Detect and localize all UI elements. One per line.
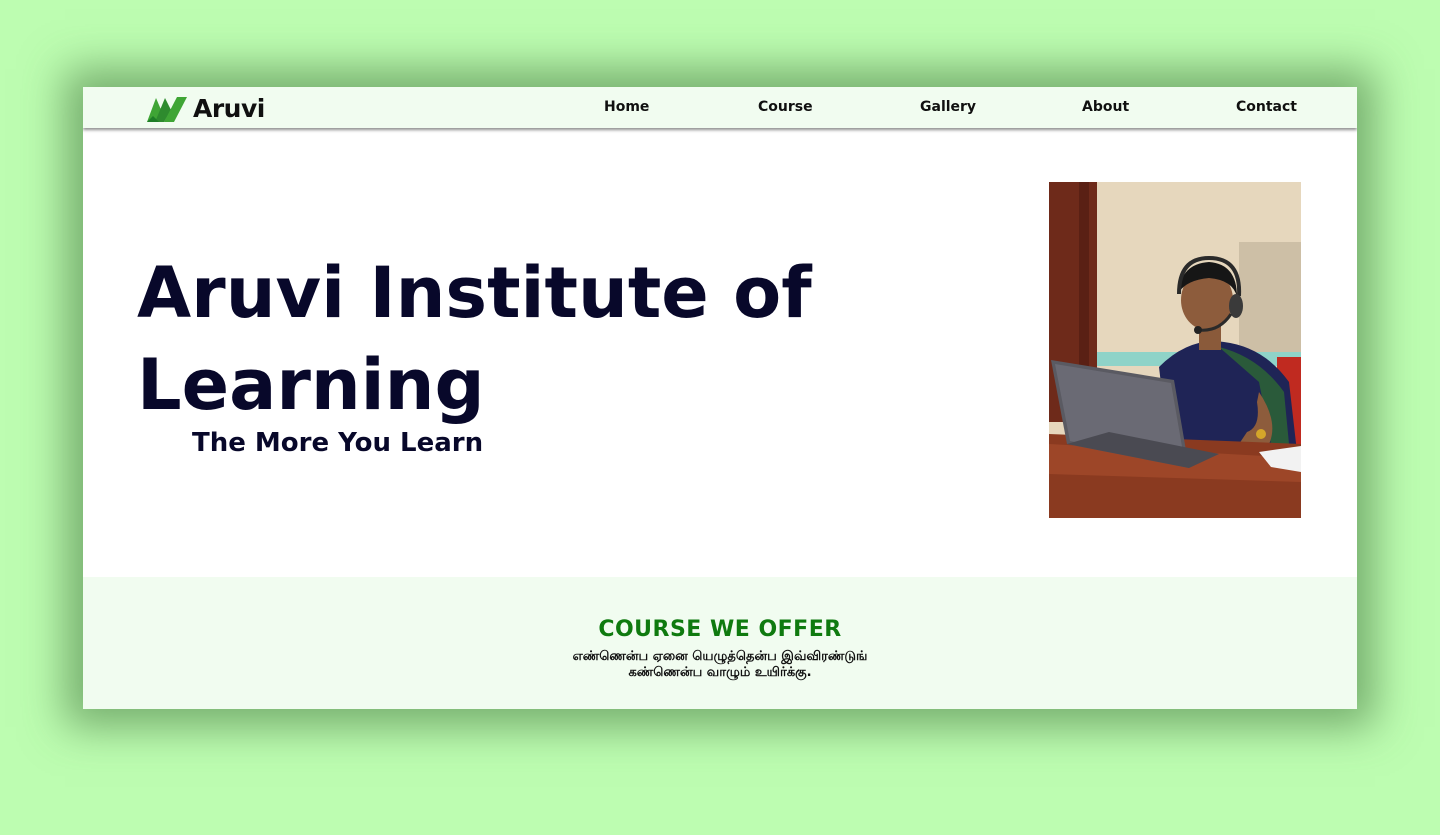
hero-subtitle: The More You Learn [192,428,484,458]
nav-home-link[interactable]: Home [604,99,649,115]
courses-quote-line-2: கண்ணென்ப வாழும் உயிர்க்கு. [628,665,812,680]
brand-name: Aruvi [193,93,265,123]
instructor-photo-image [1049,182,1301,518]
nav-course-link[interactable]: Course [758,99,813,115]
hero-title: Aruvi Institute of Learning [137,252,812,426]
nav-about-link[interactable]: About [1082,99,1129,115]
nav-gallery-link[interactable]: Gallery [920,99,976,115]
navbar: Aruvi Home Course Gallery About Contact [83,87,1357,128]
courses-section: COURSE WE OFFER எண்ணென்ப ஏனை யெழுத்தென்ப… [83,577,1357,709]
nav-contact-link[interactable]: Contact [1236,99,1297,115]
courses-quote-line-1: எண்ணென்ப ஏனை யெழுத்தென்ப இவ்விரண்டுங் [572,649,868,664]
courses-title: COURSE WE OFFER [598,617,842,642]
site-frame: Aruvi Home Course Gallery About Contact … [83,87,1357,709]
mountain-logo-icon [147,97,187,122]
brand-logo[interactable]: Aruvi [147,93,265,123]
hero-photo [1049,182,1301,518]
